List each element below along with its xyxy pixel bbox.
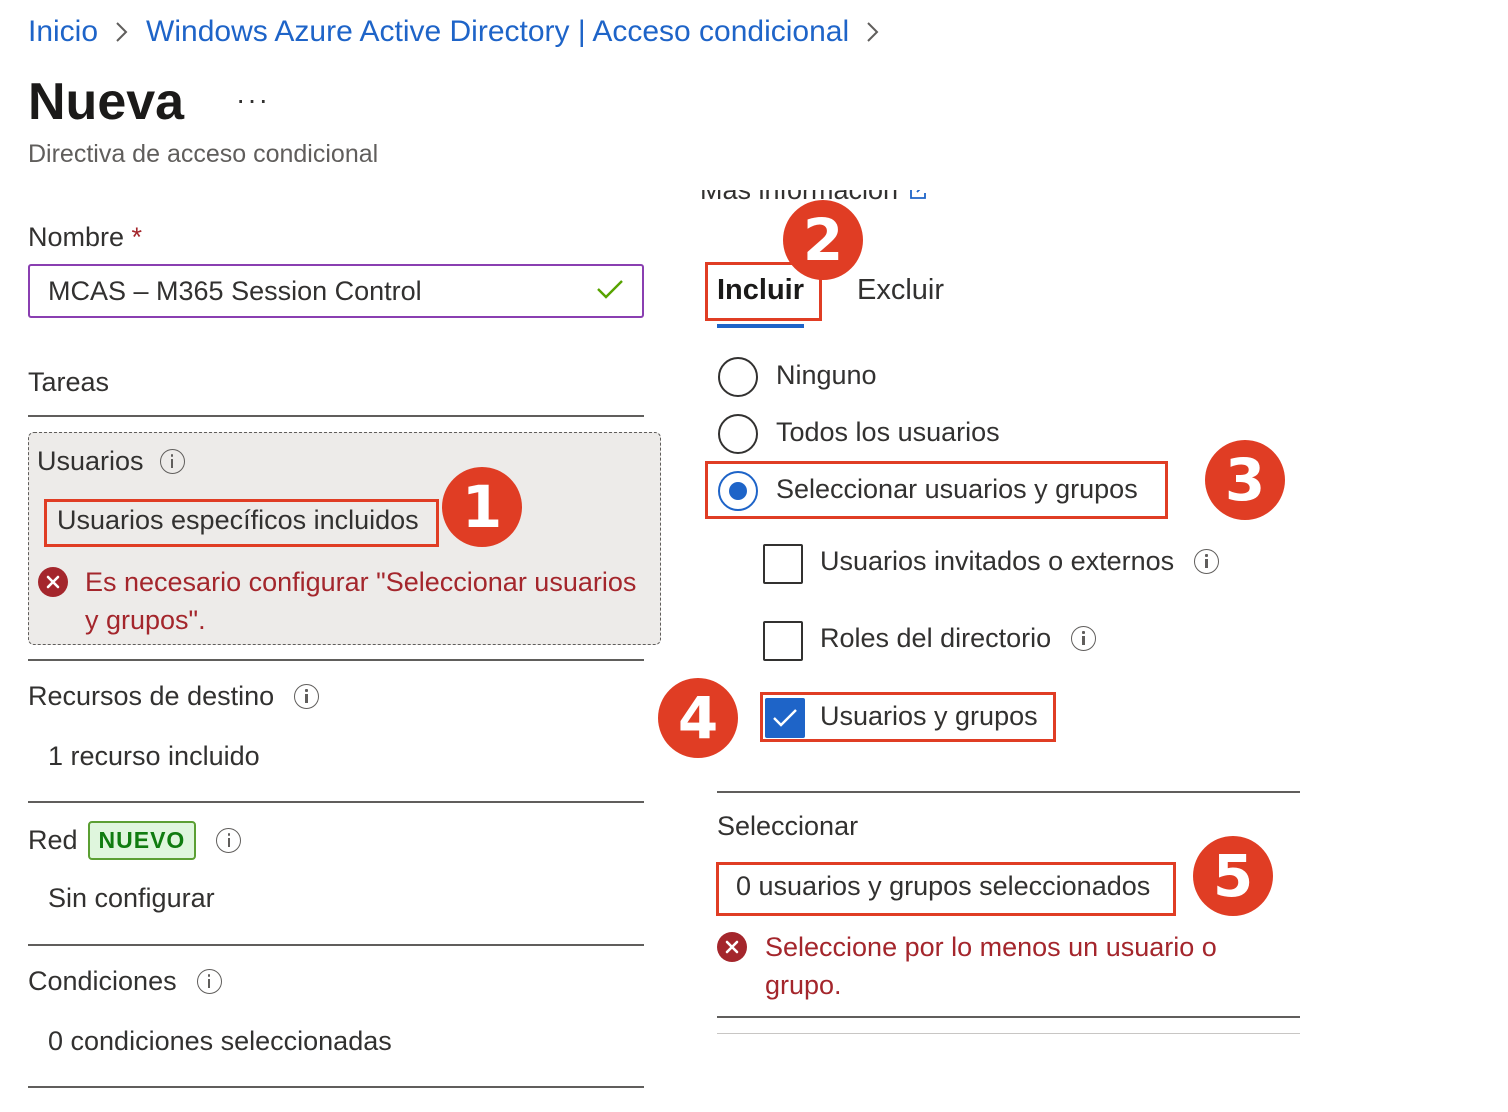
page-subtitle: Directiva de acceso condicional xyxy=(28,140,379,168)
name-label-text: Nombre xyxy=(28,222,125,252)
resources-label: Recursos de destino xyxy=(28,681,320,712)
breadcrumb: Inicio Windows Azure Active Directory | … xyxy=(28,12,897,52)
checkbox-usuarios-grupos[interactable] xyxy=(765,698,805,738)
error-icon xyxy=(717,932,747,962)
resources-link[interactable]: 1 recurso incluido xyxy=(48,741,260,772)
step-badge-4: 4 xyxy=(658,678,738,758)
checkmark-icon xyxy=(596,276,624,307)
radio-seleccionar-label: Seleccionar usuarios y grupos xyxy=(776,474,1138,504)
radio-todos-usuarios[interactable] xyxy=(718,414,758,454)
info-icon[interactable] xyxy=(216,828,242,853)
divider xyxy=(28,801,644,803)
chevron-right-icon xyxy=(115,20,129,44)
checkbox-roles[interactable] xyxy=(763,621,803,661)
checkbox-usuarios-grupos-label: Usuarios y grupos xyxy=(820,701,1038,731)
info-icon[interactable] xyxy=(159,449,185,474)
network-label: Red NUEVO xyxy=(28,821,242,860)
select-error-message: Seleccione por lo menos un usuario o gru… xyxy=(765,932,1217,1000)
radio-seleccionar-usuarios[interactable] xyxy=(718,471,758,511)
divider xyxy=(28,944,644,946)
radio-ninguno-label: Ninguno xyxy=(776,360,877,390)
divider xyxy=(28,415,644,417)
active-tab-indicator xyxy=(717,324,804,328)
divider xyxy=(717,1016,1300,1018)
external-link-icon xyxy=(908,190,928,201)
error-icon xyxy=(38,567,68,597)
divider xyxy=(717,791,1300,793)
name-input-value: MCAS – M365 Session Control xyxy=(48,275,422,306)
checkbox-invitados[interactable] xyxy=(763,544,803,584)
new-badge: NUEVO xyxy=(87,821,197,860)
more-info-text: Más información xyxy=(700,190,899,205)
breadcrumb-home-link[interactable]: Inicio xyxy=(28,15,98,49)
info-icon[interactable] xyxy=(1194,549,1220,574)
checkbox-roles-text: Roles del directorio xyxy=(820,623,1052,653)
users-specific-link[interactable]: Usuarios específicos incluidos xyxy=(57,505,419,536)
conditions-label: Condiciones xyxy=(28,966,222,997)
tab-excluir[interactable]: Excluir xyxy=(857,274,944,307)
name-label: Nombre * xyxy=(28,222,142,253)
tasks-heading: Tareas xyxy=(28,367,110,397)
info-icon[interactable] xyxy=(294,684,320,709)
network-label-text: Red xyxy=(28,825,78,855)
checkmark-icon xyxy=(773,709,797,727)
radio-ninguno[interactable] xyxy=(718,357,758,397)
checkbox-invitados-text: Usuarios invitados o externos xyxy=(820,546,1175,576)
resources-label-text: Recursos de destino xyxy=(28,681,275,711)
step-badge-3: 3 xyxy=(1205,440,1285,520)
divider xyxy=(28,659,644,661)
chevron-right-icon xyxy=(866,20,880,44)
step-badge-5: 5 xyxy=(1193,836,1273,916)
users-error-message: Es necesario configurar "Seleccionar usu… xyxy=(85,567,637,635)
divider xyxy=(717,1033,1300,1034)
breadcrumb-parent-link[interactable]: Windows Azure Active Directory | Acceso … xyxy=(146,15,849,49)
required-mark: * xyxy=(131,222,143,252)
step-badge-2: 2 xyxy=(783,200,863,280)
checkbox-roles-label: Roles del directorio xyxy=(820,623,1097,654)
page-title: Nueva xyxy=(28,73,185,131)
users-label-text: Usuarios xyxy=(37,446,144,476)
radio-todos-label: Todos los usuarios xyxy=(776,417,1000,447)
more-options-button[interactable]: ··· xyxy=(236,84,270,116)
conditions-label-text: Condiciones xyxy=(28,966,177,996)
checkbox-invitados-label: Usuarios invitados o externos xyxy=(820,546,1220,577)
info-icon[interactable] xyxy=(1071,626,1097,651)
name-input[interactable]: MCAS – M365 Session Control xyxy=(28,264,644,318)
conditions-link[interactable]: 0 condiciones seleccionadas xyxy=(48,1026,392,1057)
step-badge-1: 1 xyxy=(442,467,522,547)
info-icon[interactable] xyxy=(196,969,222,994)
users-label: Usuarios xyxy=(37,446,185,477)
network-link[interactable]: Sin configurar xyxy=(48,883,215,914)
select-label: Seleccionar xyxy=(717,811,859,841)
divider xyxy=(28,1086,644,1088)
select-users-link[interactable]: 0 usuarios y grupos seleccionados xyxy=(736,871,1150,902)
